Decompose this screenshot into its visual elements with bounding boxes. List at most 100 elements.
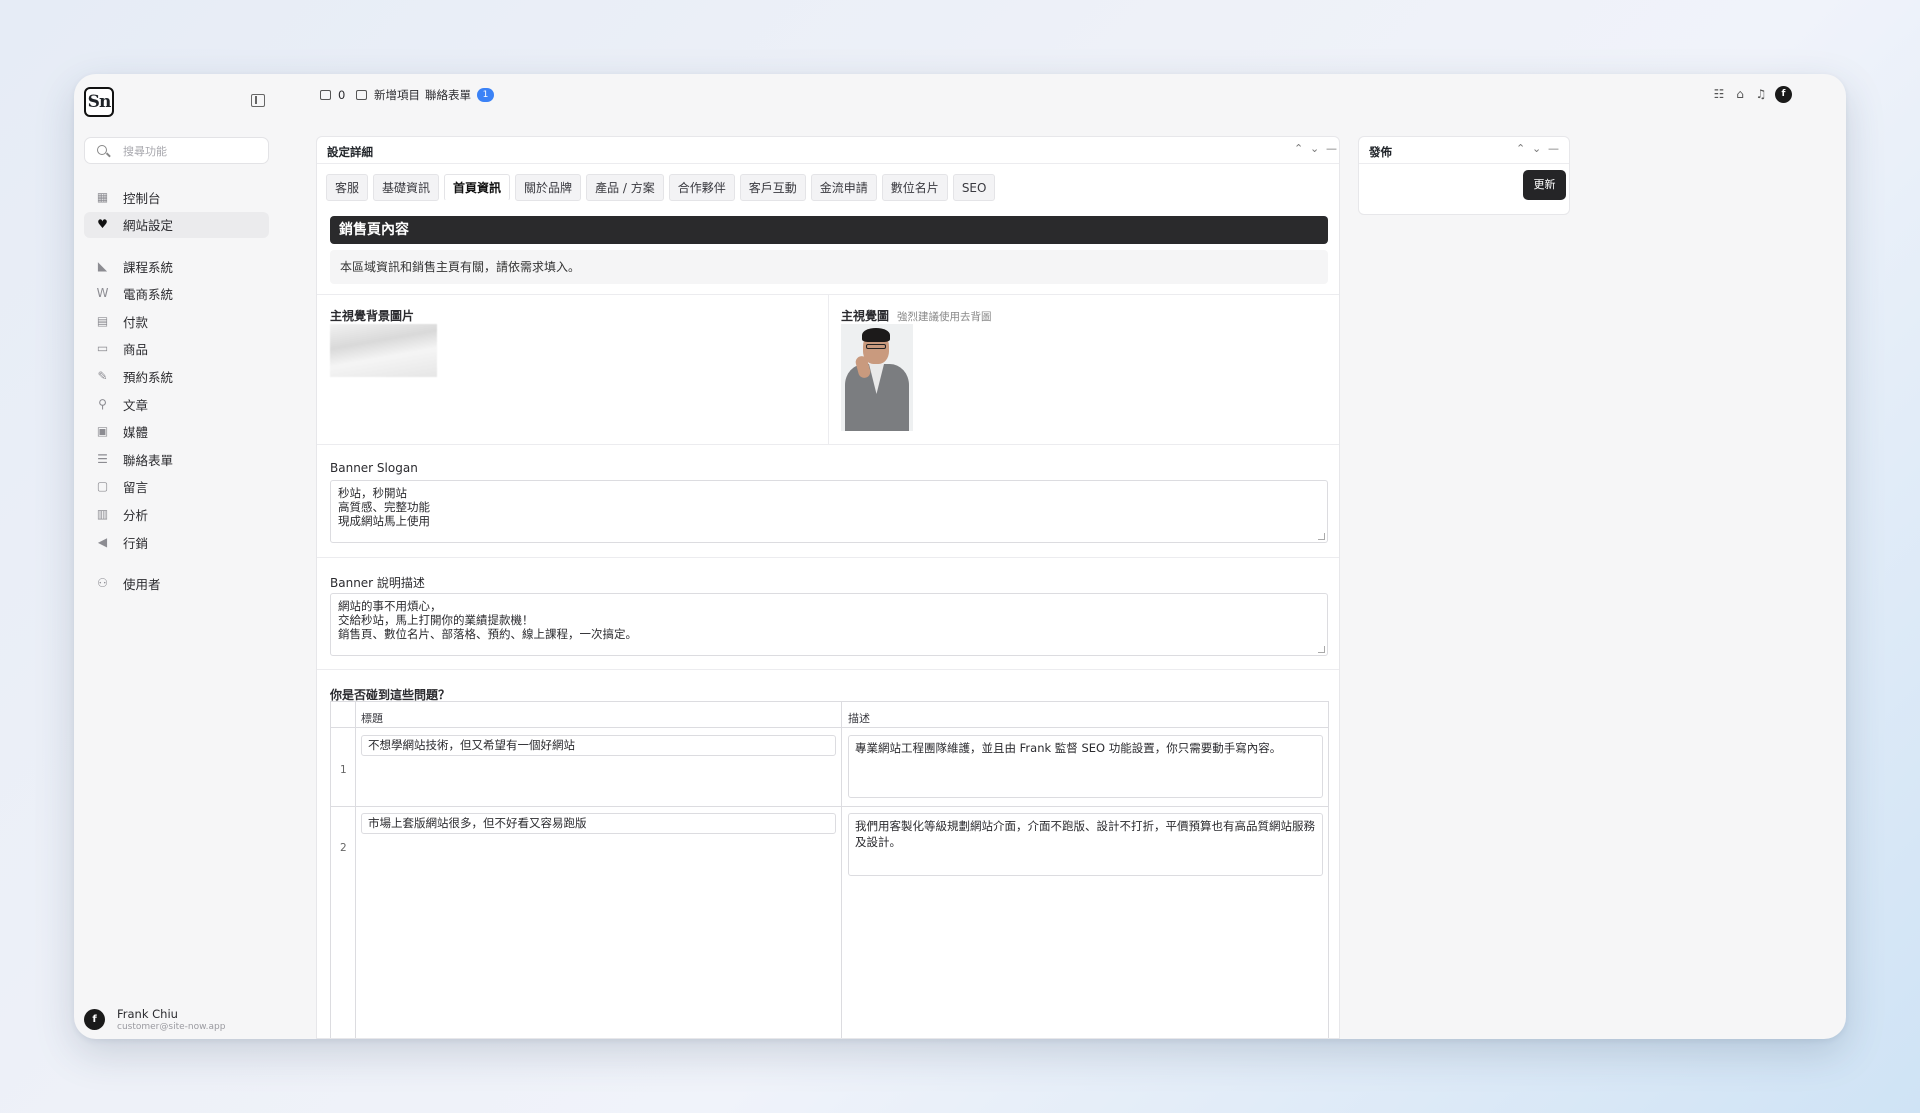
course-icon: ◣	[97, 258, 108, 273]
hero-img-label-text: 主視覺圖	[841, 309, 890, 323]
sidebar-collapse-icon[interactable]	[251, 94, 265, 107]
faq-title-input[interactable]: 不想學網站技術，但又希望有一個好網站	[361, 735, 836, 756]
faq-table: 標題 描述 1 不想學網站技術，但又希望有一個好網站 專業網站工程團隊維護，並且…	[330, 701, 1329, 1038]
sidebar-item-label: 留言	[123, 480, 149, 496]
bell-icon[interactable]: ♫	[1754, 87, 1768, 101]
sidebar-item-label: 商品	[123, 342, 149, 358]
sidebar-item-analytics[interactable]: ▥ 分析	[84, 502, 269, 528]
pin-icon: ⚲	[98, 396, 107, 411]
minimize-icon[interactable]: —	[1326, 142, 1337, 155]
sidebar-item-booking[interactable]: ✎ 預約系統	[84, 364, 269, 390]
tab-about-brand[interactable]: 關於品牌	[515, 174, 582, 201]
media-icon: ▣	[96, 424, 109, 439]
user-name: Frank Chiu	[117, 1007, 178, 1021]
tab-bar: 客服 基礎資訊 首頁資訊 關於品牌 產品 / 方案 合作夥伴 客戶互動 金流申請…	[326, 174, 1000, 202]
table-header: 標題 描述	[331, 702, 1328, 728]
sidebar-item-label: 行銷	[123, 535, 149, 551]
form-icon: ☰	[97, 451, 108, 466]
chevron-up-icon[interactable]: ⌃	[1516, 142, 1525, 155]
publish-title: 發佈	[1369, 145, 1392, 159]
home-icon[interactable]: ⌂	[1733, 87, 1747, 101]
sidebar-item-ecommerce[interactable]: W 電商系統	[84, 281, 269, 307]
row-number: 2	[340, 842, 347, 854]
chevron-down-icon[interactable]: ⌄	[1310, 142, 1319, 155]
description-label: Banner 說明描述	[330, 576, 425, 590]
description-textarea[interactable]: 網站的事不用煩心， 交給秒站，馬上打開你的業績提款機！ 銷售頁、數位名片、部落格…	[330, 593, 1328, 656]
search-icon	[97, 145, 107, 155]
sidebar-item-label: 控制台	[123, 190, 161, 206]
tab-customer-service[interactable]: 客服	[326, 174, 369, 201]
faq-desc-textarea[interactable]: 我們用客製化等級規劃網站介面，介面不跑版、設計不打折，平價預算也有高品質網站服務…	[848, 813, 1323, 876]
slogan-textarea[interactable]: 秒站，秒開站 高質感、完整功能 現成網站馬上使用	[330, 480, 1328, 543]
tab-payment-application[interactable]: 金流申請	[810, 174, 877, 201]
tab-basic-info[interactable]: 基礎資訊	[373, 174, 440, 201]
sidebar-item-label: 分析	[123, 508, 149, 524]
faq-title-input[interactable]: 市場上套版網站很多，但不好看又容易跑版	[361, 813, 836, 834]
notice-text: 本區域資訊和銷售主頁有關，請依需求填入。	[330, 250, 1328, 284]
hero-background-image[interactable]	[330, 324, 437, 377]
tab-seo[interactable]: SEO	[952, 174, 996, 201]
sidebar-item-posts[interactable]: ⚲ 文章	[84, 391, 269, 417]
tab-partners[interactable]: 合作夥伴	[668, 174, 735, 201]
plus-square-icon	[356, 90, 367, 100]
tab-digital-card[interactable]: 數位名片	[881, 174, 948, 201]
sidebar-item-payment[interactable]: ▤ 付款	[84, 308, 269, 334]
dashboard-icon: ▦	[96, 189, 109, 204]
user-email: customer@site-now.app	[117, 1022, 226, 1032]
tab-customer-interaction[interactable]: 客戶互動	[739, 174, 806, 201]
sidebar-item-dashboard[interactable]: ▦ 控制台	[84, 184, 269, 210]
comments-count: 0	[338, 88, 346, 102]
sidebar-item-marketing[interactable]: ◀ 行銷	[84, 529, 269, 555]
user-profile[interactable]: f Frank Chiu customer@site-now.app	[84, 1004, 284, 1036]
hero-img-label: 主視覺圖 強烈建議使用去背圖	[841, 307, 992, 324]
comment-icon: ▢	[96, 479, 109, 494]
row-number: 1	[340, 764, 347, 776]
chevron-down-icon[interactable]: ⌄	[1532, 142, 1541, 155]
divider	[317, 669, 1339, 670]
divider	[317, 444, 1339, 445]
logo[interactable]: Sn	[84, 87, 114, 117]
sidebar-item-users[interactable]: ⚇ 使用者	[84, 571, 269, 597]
sidebar-item-comments[interactable]: ▢ 留言	[84, 474, 269, 500]
search-box	[84, 137, 269, 164]
chevron-up-icon[interactable]: ⌃	[1294, 142, 1303, 155]
hero-image[interactable]	[841, 324, 913, 431]
top-bar: 0 新增項目 聯絡表單 1 ☷ ⌂ ♫ f	[294, 74, 1846, 126]
search-input[interactable]	[123, 143, 263, 159]
tab-products-plans[interactable]: 產品 / 方案	[586, 174, 664, 201]
new-item-button[interactable]: 新增項目	[356, 86, 420, 104]
settings-panel: 設定詳細 ⌃ ⌄ — 客服 基礎資訊 首頁資訊 關於品牌 產品 / 方案 合作夥…	[316, 136, 1340, 1039]
sidebar-item-site-settings[interactable]: ♥ 網站設定	[84, 211, 269, 238]
sidebar-item-contact-form[interactable]: ☰ 聯絡表單	[84, 446, 269, 472]
avatar[interactable]: f	[1775, 86, 1792, 103]
section-title: 銷售頁內容	[330, 216, 1328, 244]
contact-form-button[interactable]: 聯絡表單 1	[425, 86, 494, 104]
column-header-desc: 描述	[848, 712, 870, 725]
sidebar-nav: ▦ 控制台 ♥ 網站設定 ◣ 課程系統 W 電商系統 ▤ 付款 ▭ 商品 ✎ 預…	[84, 184, 269, 598]
comments-button[interactable]: 0	[320, 86, 345, 104]
app-window: Sn ▦ 控制台 ♥ 網站設定 ◣ 課程系統 W 電商系統	[74, 74, 1846, 1039]
sliders-icon[interactable]: ☷	[1712, 87, 1726, 101]
heart-icon: ♥	[97, 217, 108, 232]
tab-homepage-info[interactable]: 首頁資訊	[444, 174, 511, 201]
sidebar-item-label: 使用者	[123, 577, 161, 593]
slogan-label: Banner Slogan	[330, 461, 418, 475]
woo-icon: W	[96, 286, 109, 301]
panel-header: 設定詳細 ⌃ ⌄ —	[317, 137, 1339, 164]
panel-title: 設定詳細	[327, 145, 373, 159]
sidebar-item-label: 預約系統	[123, 370, 174, 386]
sidebar-item-label: 媒體	[123, 425, 149, 441]
minimize-icon[interactable]: —	[1548, 142, 1559, 155]
comment-icon	[320, 90, 331, 100]
sidebar-item-label: 課程系統	[123, 259, 174, 275]
archive-icon: ▭	[96, 341, 109, 356]
sidebar-item-media[interactable]: ▣ 媒體	[84, 419, 269, 445]
faq-desc-textarea[interactable]: 專業網站工程團隊維護，並且由 Frank 監督 SEO 功能設置，你只需要動手寫…	[848, 735, 1323, 798]
sidebar-item-products[interactable]: ▭ 商品	[84, 336, 269, 362]
sidebar-item-label: 付款	[123, 314, 149, 330]
update-button[interactable]: 更新	[1523, 170, 1566, 200]
notification-badge: 1	[477, 88, 494, 102]
sidebar-item-label: 聯絡表單	[123, 452, 174, 468]
publish-header: 發佈 ⌃ ⌄ —	[1359, 137, 1569, 164]
sidebar-item-course[interactable]: ◣ 課程系統	[84, 253, 269, 279]
